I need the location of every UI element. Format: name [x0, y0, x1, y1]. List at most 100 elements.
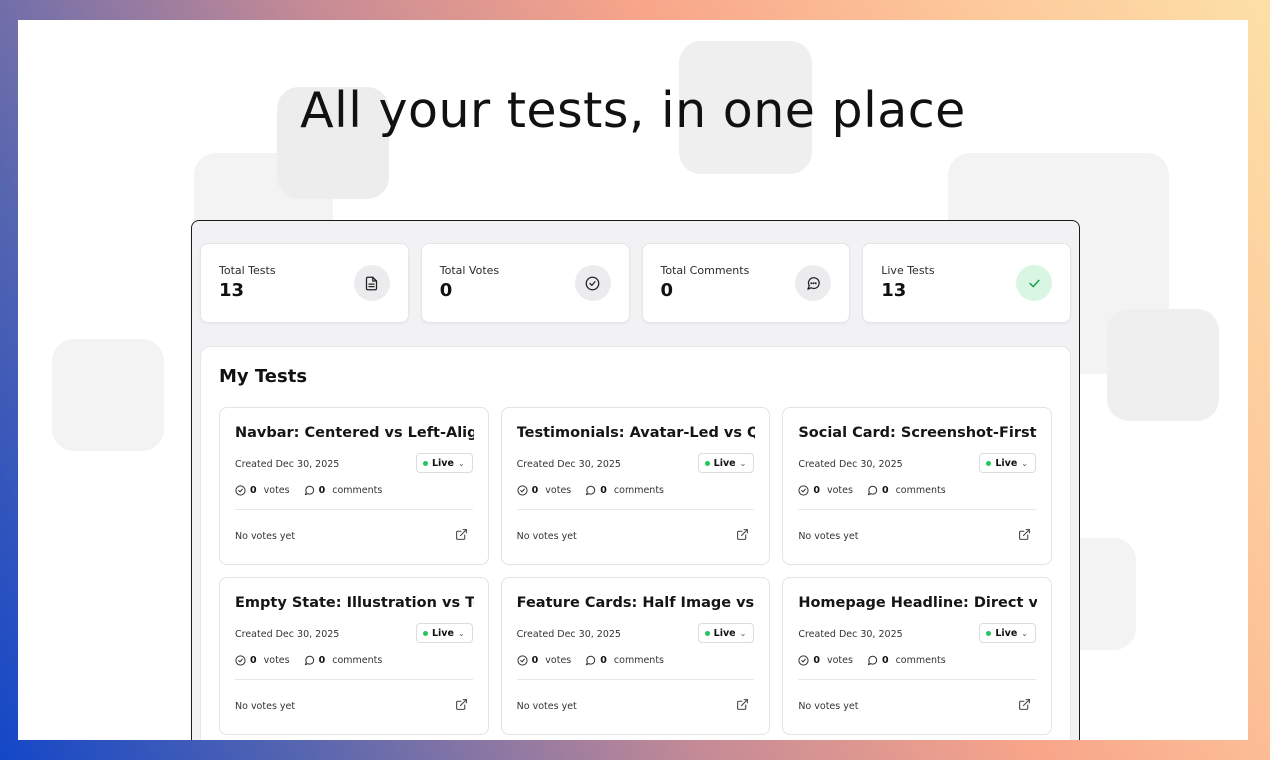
external-link-icon[interactable]: [736, 528, 749, 541]
divider: [516, 679, 755, 680]
my-tests-panel: My Tests Navbar: Centered vs Left-Aligne…: [200, 346, 1071, 740]
chevron-down-icon: ⌄: [457, 628, 465, 638]
comments-count: 0 comments: [304, 485, 383, 496]
stat-card-live-tests: Live Tests 13: [862, 243, 1071, 323]
test-card[interactable]: Testimonials: Avatar-Led vs Quote-Led Cr…: [500, 407, 771, 565]
stat-card-total-tests: Total Tests 13: [200, 243, 409, 323]
test-card[interactable]: Navbar: Centered vs Left-Aligned Created…: [219, 407, 489, 565]
created-date: Created Dec 30, 2025: [798, 459, 903, 470]
panel-title: My Tests: [219, 366, 308, 387]
stat-card-total-comments: Total Comments 0: [641, 243, 851, 323]
votes-number: 0: [531, 655, 539, 666]
test-card-grid: Navbar: Centered vs Left-Aligned Created…: [219, 407, 1052, 735]
test-card[interactable]: Social Card: Screenshot-First vs Text-Fi…: [782, 407, 1052, 565]
votes-count: 0 votes: [798, 485, 853, 496]
votes-count: 0 votes: [235, 655, 290, 666]
comments-count: 0 comments: [304, 655, 383, 666]
divider: [516, 509, 755, 510]
external-link-icon[interactable]: [455, 698, 468, 711]
document-icon: [353, 265, 390, 301]
votes-number: 0: [531, 485, 539, 496]
chevron-down-icon: ⌄: [457, 458, 465, 468]
test-card-title[interactable]: Social Card: Screenshot-First vs Text-Fi…: [798, 425, 1037, 441]
stat-card-total-votes: Total Votes 0: [420, 243, 630, 323]
decorative-square: [1107, 309, 1219, 421]
hero-headline: All your tests, in one place: [300, 82, 966, 139]
live-dot-icon: [704, 630, 710, 636]
votes-number: 0: [813, 655, 820, 666]
comments-count: 0 comments: [867, 655, 946, 666]
card-meta: 0 votes 0 comments: [235, 655, 382, 666]
created-date: Created Dec 30, 2025: [798, 629, 903, 640]
check-circle-icon: [235, 655, 246, 666]
test-card-title[interactable]: Empty State: Illustration vs Text-Only: [235, 595, 474, 611]
votes-label: votes: [542, 655, 572, 666]
check-icon: [1016, 265, 1052, 301]
votes-count: 0 votes: [517, 485, 572, 496]
divider: [798, 679, 1036, 680]
card-meta: 0 votes 0 comments: [235, 485, 382, 496]
vote-summary: No votes yet: [798, 701, 859, 712]
decorative-square: [52, 339, 164, 451]
test-card[interactable]: Homepage Headline: Direct vs Benefit Cre…: [782, 577, 1052, 735]
comment-icon: [867, 485, 878, 496]
status-dropdown[interactable]: Live ⌄: [979, 453, 1036, 473]
check-circle-icon: [517, 485, 528, 496]
check-circle-icon: [235, 485, 246, 496]
external-link-icon[interactable]: [455, 528, 468, 541]
marketing-canvas: All your tests, in one place Total Tests…: [18, 20, 1248, 740]
votes-count: 0 votes: [235, 485, 290, 496]
status-dropdown[interactable]: Live ⌄: [416, 623, 473, 643]
created-date: Created Dec 30, 2025: [235, 459, 340, 470]
stats-row: Total Tests 13 Total Votes 0 Total Comme…: [200, 243, 1071, 323]
test-card-title[interactable]: Feature Cards: Half Image vs Full Image: [517, 595, 756, 611]
status-label: Live: [713, 457, 736, 469]
comments-label: comments: [329, 485, 383, 496]
test-card-title[interactable]: Homepage Headline: Direct vs Benefit: [798, 595, 1037, 611]
votes-count: 0 votes: [798, 655, 853, 666]
chevron-down-icon: ⌄: [739, 628, 747, 638]
live-dot-icon: [423, 630, 428, 636]
vote-summary: No votes yet: [516, 701, 577, 712]
divider: [235, 509, 473, 510]
vote-summary: No votes yet: [516, 531, 577, 542]
test-card-title[interactable]: Testimonials: Avatar-Led vs Quote-Led: [517, 425, 756, 441]
status-label: Live: [995, 627, 1018, 639]
vote-summary: No votes yet: [798, 531, 859, 542]
comments-label: comments: [329, 655, 383, 666]
votes-label: votes: [823, 655, 853, 666]
status-dropdown[interactable]: Live ⌄: [697, 453, 755, 473]
votes-number: 0: [250, 485, 257, 496]
external-link-icon[interactable]: [1018, 698, 1031, 711]
comments-number: 0: [881, 655, 889, 666]
test-card[interactable]: Empty State: Illustration vs Text-Only C…: [219, 577, 489, 735]
status-dropdown[interactable]: Live ⌄: [979, 623, 1036, 643]
status-label: Live: [432, 457, 454, 469]
comments-number: 0: [600, 485, 607, 496]
comments-label: comments: [610, 485, 664, 496]
check-circle-icon: [798, 485, 809, 496]
comments-number: 0: [881, 485, 889, 496]
card-meta: 0 votes 0 comments: [798, 485, 946, 496]
comment-icon: [586, 485, 596, 496]
live-dot-icon: [704, 460, 710, 466]
external-link-icon[interactable]: [1018, 528, 1031, 541]
status-label: Live: [713, 627, 736, 639]
votes-label: votes: [542, 485, 572, 496]
votes-label: votes: [260, 485, 290, 496]
comments-count: 0 comments: [867, 485, 946, 496]
test-card[interactable]: Feature Cards: Half Image vs Full Image …: [500, 577, 771, 735]
external-link-icon[interactable]: [736, 698, 749, 711]
status-dropdown[interactable]: Live ⌄: [697, 623, 755, 643]
comments-number: 0: [600, 655, 607, 666]
check-circle-icon: [798, 655, 809, 666]
votes-count: 0 votes: [517, 655, 572, 666]
comment-icon: [795, 265, 832, 301]
vote-summary: No votes yet: [235, 531, 296, 542]
comments-number: 0: [318, 485, 326, 496]
status-dropdown[interactable]: Live ⌄: [416, 453, 473, 473]
card-meta: 0 votes 0 comments: [517, 485, 664, 496]
test-card-title[interactable]: Navbar: Centered vs Left-Aligned: [235, 425, 474, 441]
comments-number: 0: [318, 655, 326, 666]
comments-count: 0 comments: [585, 485, 664, 496]
